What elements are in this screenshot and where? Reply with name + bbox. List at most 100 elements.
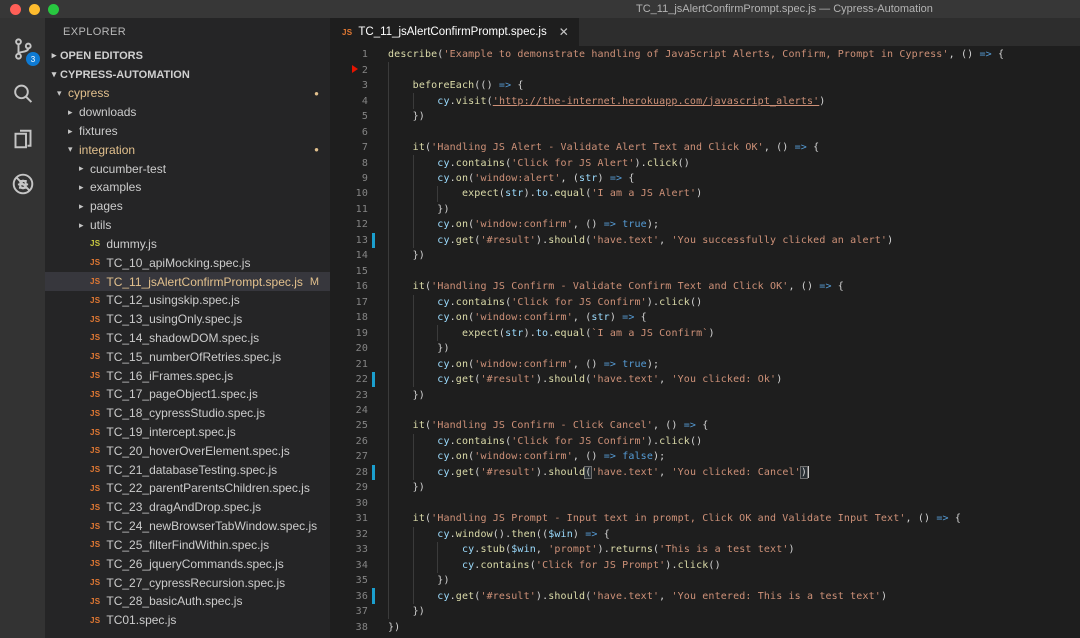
source-control-icon[interactable]: 3 [0,26,45,71]
tab-active-file[interactable]: JS TC_11_jsAlertConfirmPrompt.spec.js ✕ [330,18,579,46]
code-line[interactable]: 35 }) [330,573,1080,588]
code-line[interactable]: 21 cy.on('window:confirm', () => true); [330,356,1080,371]
tree-file-TC_13_usingOnly.spec.js[interactable]: JSTC_13_usingOnly.spec.js [45,310,330,329]
explorer-files-icon[interactable] [0,116,45,161]
indent-guide [388,449,389,464]
js-file-icon: JS [90,371,100,380]
tree-folder-integration[interactable]: ▾integration● [45,140,330,159]
workspace-root-section[interactable]: ▾ CYPRESS-AUTOMATION [45,65,330,84]
maximize-window-icon[interactable] [48,4,59,15]
tree-file-TC_27_cypressRecursion.spec.js[interactable]: JSTC_27_cypressRecursion.spec.js [45,573,330,592]
code-line[interactable]: 38}) [330,619,1080,634]
tree-folder-utils[interactable]: ▸utils [45,216,330,235]
tree-folder-cypress[interactable]: ▾cypress● [45,84,330,103]
code-line[interactable]: 37 }) [330,604,1080,619]
code-line[interactable]: 23 }) [330,387,1080,402]
tree-file-TC_20_hoverOverElement.spec.js[interactable]: JSTC_20_hoverOverElement.spec.js [45,441,330,460]
code-line[interactable]: 18 cy.on('window:confirm', (str) => { [330,310,1080,325]
token-kw: => [813,281,838,292]
tree-folder-fixtures[interactable]: ▸fixtures [45,122,330,141]
tree-file-TC01.spec.js[interactable]: JSTC01.spec.js [45,611,330,630]
tree-file-TC_23_dragAndDrop.spec.js[interactable]: JSTC_23_dragAndDrop.spec.js [45,498,330,517]
file-tree: ▾cypress●▸downloads▸fixtures▾integration… [45,84,330,630]
code-line[interactable]: 4 cy.visit('http://the-internet.herokuap… [330,93,1080,108]
code-line[interactable]: 12 cy.on('window:confirm', () => true); [330,217,1080,232]
code-line[interactable]: 16 it('Handling JS Confirm - Validate Co… [330,279,1080,294]
tree-file-TC_21_databaseTesting.spec.js[interactable]: JSTC_21_databaseTesting.spec.js [45,460,330,479]
code-line[interactable]: 11 }) [330,202,1080,217]
token-pun: (() [474,80,492,91]
code-line[interactable]: 30 [330,496,1080,511]
tree-file-TC_28_basicAuth.spec.js[interactable]: JSTC_28_basicAuth.spec.js [45,592,330,611]
tree-file-TC_26_jqueryCommands.spec.js[interactable]: JSTC_26_jqueryCommands.spec.js [45,554,330,573]
open-editors-section[interactable]: ▸ OPEN EDITORS [45,46,330,65]
token-pun: ); [653,451,665,462]
tree-folder-downloads[interactable]: ▸downloads [45,103,330,122]
tree-file-TC_11_jsAlertConfirmPrompt.spec.js[interactable]: JSTC_11_jsAlertConfirmPrompt.spec.jsM [45,272,330,291]
code-line[interactable]: 2 [330,62,1080,77]
minimize-window-icon[interactable] [29,4,40,15]
chevron-right-icon: ▸ [48,50,60,61]
code-line[interactable]: 34 cy.contains('Click for JS Prompt').cl… [330,557,1080,572]
bug-disabled-icon[interactable] [0,161,45,206]
code-line[interactable]: 19 expect(str).to.equal(`I am a JS Confi… [330,325,1080,340]
tree-item-label: TC_24_newBrowserTabWindow.spec.js [106,519,317,533]
token-fn: get [456,374,474,385]
tree-file-TC_24_newBrowserTabWindow.spec.js[interactable]: JSTC_24_newBrowserTabWindow.spec.js [45,517,330,536]
code-line[interactable]: 7 it('Handling JS Alert - Validate Alert… [330,140,1080,155]
code-line[interactable]: 14 }) [330,248,1080,263]
code-line[interactable]: 26 cy.contains('Click for JS Confirm').c… [330,434,1080,449]
code-line[interactable]: 17 cy.contains('Click for JS Confirm').c… [330,295,1080,310]
code-line[interactable]: 24 [330,403,1080,418]
code-line[interactable]: 36 cy.get('#result').should('have.text',… [330,588,1080,603]
tree-file-TC_18_cypressStudio.spec.js[interactable]: JSTC_18_cypressStudio.spec.js [45,404,330,423]
token-str: 'Handling JS Confirm - Validate Confirm … [431,281,788,292]
close-window-icon[interactable] [10,4,21,15]
code-line[interactable]: 22 cy.get('#result').should('have.text',… [330,372,1080,387]
tree-folder-examples[interactable]: ▸examples [45,178,330,197]
tree-item-label: TC01.spec.js [106,613,176,627]
code-line[interactable]: 28 cy.get('#result').should('have.text',… [330,465,1080,480]
code-editor[interactable]: 1describe('Example to demonstrate handli… [330,46,1080,638]
line-number: 22 [330,374,368,385]
tree-file-TC_10_apiMocking.spec.js[interactable]: JSTC_10_apiMocking.spec.js [45,253,330,272]
tree-file-TC_16_iFrames.spec.js[interactable]: JSTC_16_iFrames.spec.js [45,366,330,385]
code-line[interactable]: 32 cy.window().then(($win) => { [330,527,1080,542]
code-line[interactable]: 5 }) [330,109,1080,124]
tree-file-TC_15_numberOfRetries.spec.js[interactable]: JSTC_15_numberOfRetries.spec.js [45,347,330,366]
tree-file-TC_22_parentParentsChildren.spec.js[interactable]: JSTC_22_parentParentsChildren.spec.js [45,479,330,498]
code-line[interactable]: 3 beforeEach(() => { [330,78,1080,93]
code-line[interactable]: 27 cy.on('window:confirm', () => false); [330,449,1080,464]
tree-folder-pages[interactable]: ▸pages [45,197,330,216]
code-line[interactable]: 10 expect(str).to.equal('I am a JS Alert… [330,186,1080,201]
code-line[interactable]: 20 }) [330,341,1080,356]
search-icon[interactable] [0,71,45,116]
code-line[interactable]: 9 cy.on('window:alert', (str) => { [330,171,1080,186]
code-line[interactable]: 33 cy.stub($win, 'prompt').returns('This… [330,542,1080,557]
tree-file-TC_25_filterFindWithin.spec.js[interactable]: JSTC_25_filterFindWithin.spec.js [45,536,330,555]
code-line[interactable]: 31 it('Handling JS Prompt - Input text i… [330,511,1080,526]
code-text: it('Handling JS Confirm - Click Cancel',… [388,420,708,431]
js-file-icon: JS [90,352,100,361]
tree-item-label: examples [90,180,141,194]
code-line[interactable]: 15 [330,264,1080,279]
section-label: OPEN EDITORS [60,50,143,62]
indent-guide [388,325,389,340]
tree-file-TC_14_shadowDOM.spec.js[interactable]: JSTC_14_shadowDOM.spec.js [45,329,330,348]
code-line[interactable]: 8 cy.contains('Click for JS Alert').clic… [330,155,1080,170]
token-pun: , ( [561,173,579,184]
code-line[interactable]: 25 it('Handling JS Confirm - Click Cance… [330,418,1080,433]
close-icon[interactable]: ✕ [559,25,569,39]
token-var: str [505,188,523,199]
tree-file-TC_12_usingskip.spec.js[interactable]: JSTC_12_usingskip.spec.js [45,291,330,310]
tree-file-TC_17_pageObject1.spec.js[interactable]: JSTC_17_pageObject1.spec.js [45,385,330,404]
token-pun: ). [524,188,536,199]
code-line[interactable]: 1describe('Example to demonstrate handli… [330,47,1080,62]
tree-file-dummy.js[interactable]: JSdummy.js [45,235,330,254]
code-line[interactable]: 29 }) [330,480,1080,495]
tree-file-TC_19_intercept.spec.js[interactable]: JSTC_19_intercept.spec.js [45,423,330,442]
code-line[interactable]: 6 [330,124,1080,139]
code-line[interactable]: 13 cy.get('#result').should('have.text',… [330,233,1080,248]
tree-folder-cucumber-test[interactable]: ▸cucumber-test [45,159,330,178]
url-link[interactable]: 'http://the-internet.herokuapp.com/javas… [493,96,820,107]
